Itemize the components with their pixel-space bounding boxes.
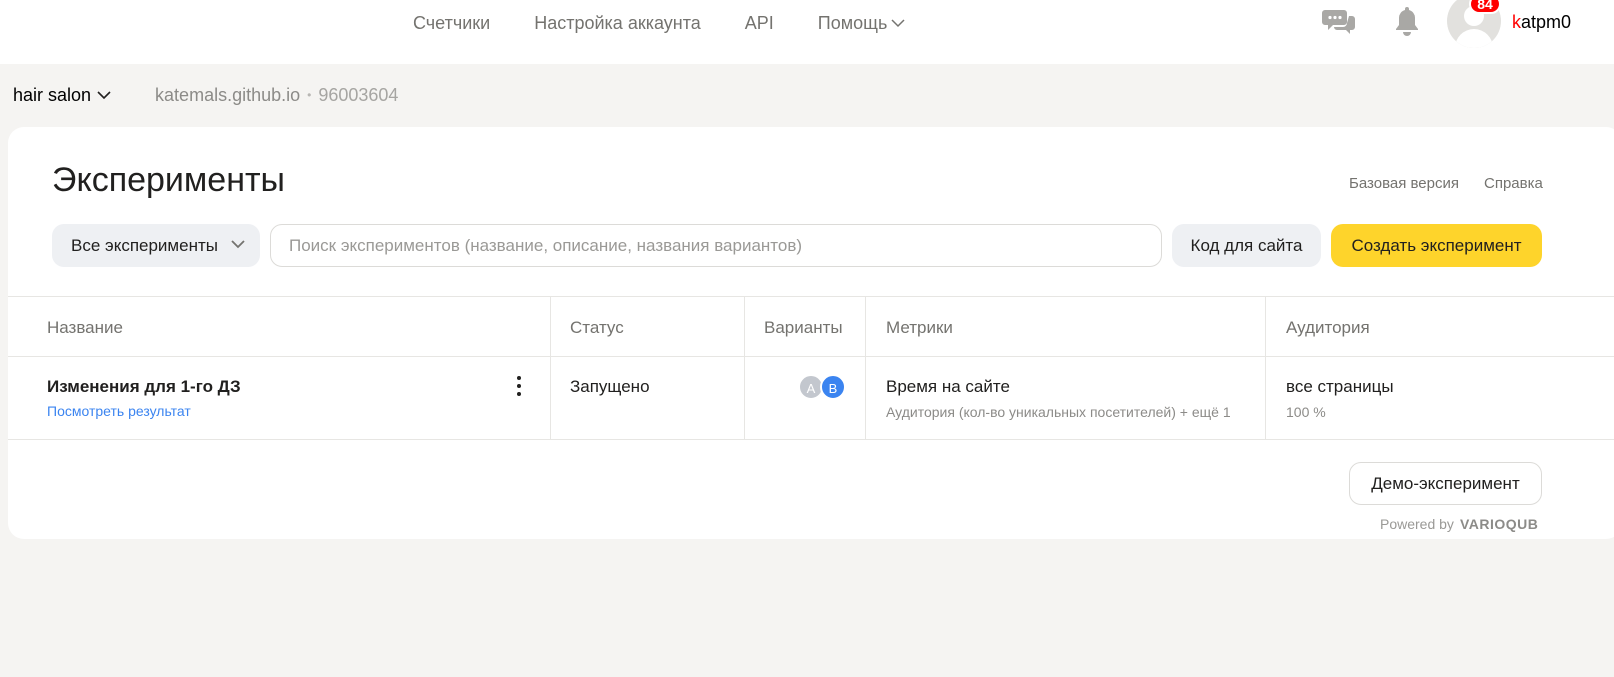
powered-by: Powered by VARIOQUB	[1380, 516, 1538, 532]
table-row[interactable]: Изменения для 1-го ДЗ Посмотреть результ…	[8, 356, 1614, 440]
table-header: Название Статус Варианты Метрики Аудитор…	[8, 296, 1614, 356]
chevron-down-icon	[231, 240, 245, 249]
chevron-down-icon	[891, 19, 905, 28]
column-divider	[744, 297, 745, 356]
demo-experiment-button[interactable]: Демо-эксперимент	[1349, 462, 1542, 505]
column-divider	[550, 297, 551, 356]
more-vertical-icon[interactable]	[509, 375, 529, 397]
header-metrics[interactable]: Метрики	[886, 318, 953, 338]
header-audience[interactable]: Аудитория	[1286, 318, 1370, 338]
column-divider	[1265, 357, 1266, 439]
nav-api[interactable]: API	[745, 13, 774, 34]
header-name[interactable]: Название	[47, 318, 123, 338]
powered-by-label: Powered by	[1380, 516, 1454, 532]
header-status[interactable]: Статус	[570, 318, 624, 338]
chevron-down-icon	[97, 91, 111, 100]
counter-selector-row: hair salon katemals.github.io • 96003604	[13, 82, 398, 108]
counter-selector[interactable]: hair salon	[13, 85, 111, 106]
audience-name: все страницы	[1286, 377, 1394, 396]
column-divider	[865, 297, 866, 356]
nav-counters[interactable]: Счетчики	[413, 13, 490, 34]
top-bar: Счетчики Настройка аккаунта API Помощь 8…	[0, 0, 1614, 64]
experiments-table: Название Статус Варианты Метрики Аудитор…	[8, 296, 1614, 440]
username[interactable]: katpm0	[1512, 12, 1571, 33]
experiments-card: Эксперименты Базовая версия Справка Все …	[8, 127, 1614, 539]
create-experiment-button[interactable]: Создать эксперимент	[1331, 224, 1542, 267]
column-divider	[550, 357, 551, 439]
counter-id: 96003604	[318, 84, 399, 105]
basic-version-link[interactable]: Базовая версия	[1349, 175, 1459, 192]
nav-help-label: Помощь	[817, 12, 888, 33]
bell-icon[interactable]	[1393, 5, 1421, 37]
experiment-name[interactable]: Изменения для 1-го ДЗ	[47, 377, 241, 397]
column-divider	[1265, 297, 1266, 356]
view-result-link[interactable]: Посмотреть результат	[47, 403, 191, 419]
experiments-filter-select[interactable]: Все эксперименты	[52, 224, 260, 267]
filter-value: Все эксперименты	[71, 235, 218, 255]
experiment-status: Запущено	[570, 377, 650, 396]
metric-name: Время на сайте	[886, 377, 1010, 396]
audience-share: 100 %	[1286, 404, 1326, 420]
counter-name: hair salon	[13, 84, 92, 105]
metric-extra: Аудитория (кол-во уникальных посетителей…	[886, 404, 1231, 420]
search-input[interactable]	[270, 224, 1162, 267]
variant-b-badge: B	[820, 374, 846, 400]
nav-help[interactable]: Помощь	[818, 13, 906, 34]
header-variants[interactable]: Варианты	[764, 318, 843, 338]
column-divider	[865, 357, 866, 439]
username-rest: atpm0	[1521, 12, 1572, 32]
separator-dot: •	[307, 88, 312, 102]
varioqub-logo[interactable]: VARIOQUB	[1460, 516, 1538, 532]
notification-badge: 84	[1469, 0, 1501, 14]
username-first-letter: k	[1512, 12, 1521, 32]
counter-site: katemals.github.io	[155, 84, 301, 105]
nav-account-settings[interactable]: Настройка аккаунта	[534, 13, 701, 34]
top-navigation: Счетчики Настройка аккаунта API Помощь	[413, 0, 949, 46]
page-title: Эксперименты	[52, 161, 285, 199]
chat-icon[interactable]	[1322, 7, 1356, 35]
column-divider	[744, 357, 745, 439]
help-link[interactable]: Справка	[1484, 175, 1543, 192]
site-code-button[interactable]: Код для сайта	[1172, 224, 1321, 267]
